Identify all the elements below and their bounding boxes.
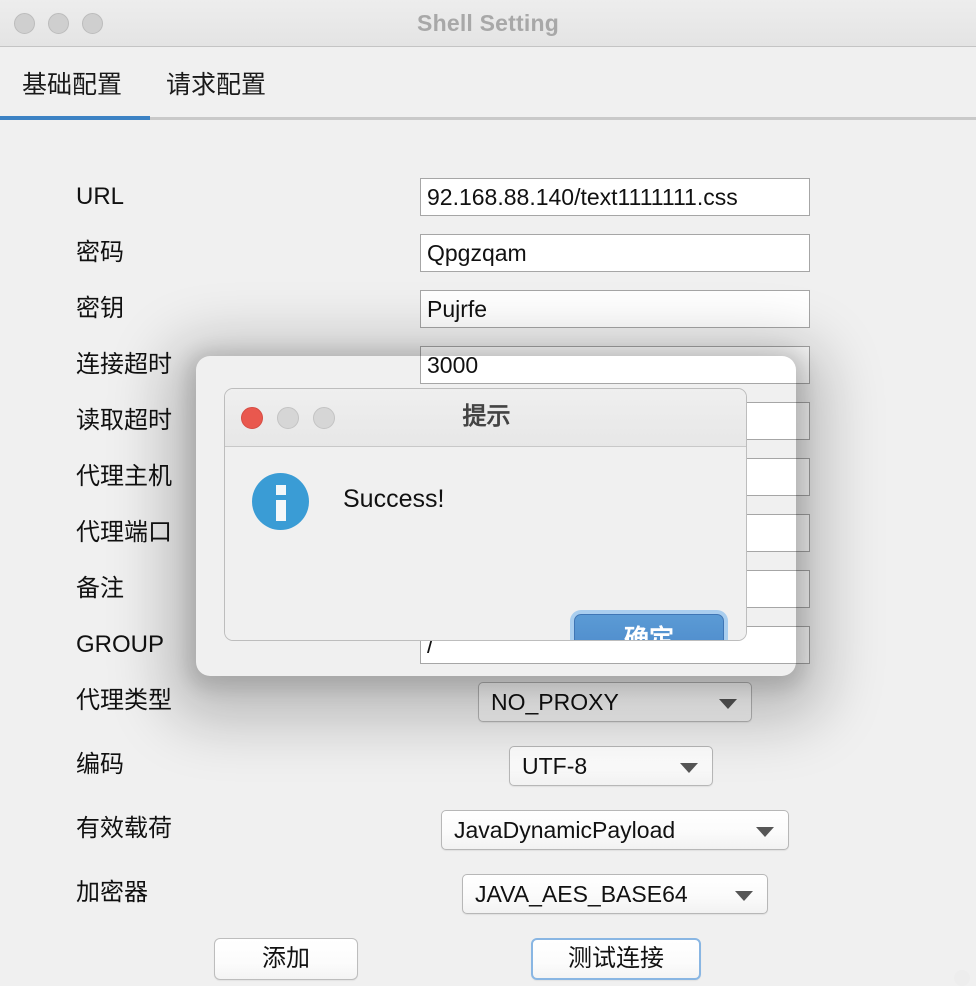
- test-connection-button[interactable]: 测试连接: [531, 938, 701, 980]
- label-proxy-port: 代理端口: [76, 519, 172, 546]
- label-read-timeout: 读取超时: [76, 407, 172, 434]
- select-encryptor[interactable]: JAVA_AES_BASE64: [462, 874, 768, 914]
- form-row-password: 密码 Qpgzqam: [0, 234, 976, 272]
- dialog-ok-button[interactable]: 确定: [574, 614, 724, 640]
- label-payload: 有效载荷: [76, 815, 172, 842]
- label-encoding: 编码: [76, 751, 124, 778]
- input-url[interactable]: 92.168.88.140/text1111111.css: [420, 178, 810, 216]
- form-row-encoding: 编码 UTF-8: [0, 746, 976, 786]
- form-row-connect-timeout: 连接超时 3000: [0, 346, 976, 384]
- input-password[interactable]: Qpgzqam: [420, 234, 810, 272]
- watermark: [954, 970, 970, 986]
- dialog-body: Success! 确定: [225, 447, 746, 640]
- info-icon-stem: [275, 500, 286, 521]
- dialog-title: 提示: [462, 403, 511, 430]
- success-dialog: 提示 Success! 确定: [224, 388, 747, 641]
- form-row-url: URL 92.168.88.140/text1111111.css: [0, 178, 976, 216]
- label-secret-key: 密钥: [76, 295, 124, 322]
- select-payload[interactable]: JavaDynamicPayload: [441, 810, 789, 850]
- dialog-message: Success!: [343, 485, 445, 513]
- tab-list: 基础配置 请求配置: [0, 47, 288, 121]
- label-url: URL: [76, 183, 125, 210]
- chevron-down-icon: [680, 763, 698, 773]
- chevron-down-icon: [756, 827, 774, 837]
- form-row-encryptor: 加密器 JAVA_AES_BASE64: [0, 874, 976, 914]
- input-secret-key[interactable]: Pujrfe: [420, 290, 810, 328]
- label-remark: 备注: [76, 575, 124, 602]
- chevron-down-icon: [719, 699, 737, 709]
- label-encryptor: 加密器: [76, 879, 148, 906]
- window-title: Shell Setting: [417, 10, 559, 36]
- tab-basic-config[interactable]: 基础配置: [0, 47, 144, 121]
- label-proxy-host: 代理主机: [76, 463, 172, 490]
- label-password: 密码: [76, 239, 124, 266]
- form-row-payload: 有效载荷 JavaDynamicPayload: [0, 810, 976, 850]
- chevron-down-icon: [735, 891, 753, 901]
- label-connect-timeout: 连接超时: [76, 351, 172, 378]
- tab-request-config[interactable]: 请求配置: [144, 47, 288, 121]
- tabbar: 基础配置 请求配置: [0, 47, 976, 120]
- info-icon-dot: [275, 485, 286, 495]
- label-group: GROUP: [76, 631, 165, 658]
- input-connect-timeout[interactable]: 3000: [420, 346, 810, 384]
- dialog-titlebar: 提示: [225, 389, 746, 447]
- window-titlebar: Shell Setting: [0, 0, 976, 47]
- form-row-proxy-type: 代理类型 NO_PROXY: [0, 682, 976, 722]
- select-proxy-type[interactable]: NO_PROXY: [478, 682, 752, 722]
- select-payload-value: JavaDynamicPayload: [454, 817, 676, 843]
- form-row-secret-key: 密钥 Pujrfe: [0, 290, 976, 328]
- select-encoding-value: UTF-8: [522, 753, 588, 779]
- add-button[interactable]: 添加: [214, 938, 358, 980]
- info-icon: [252, 473, 309, 530]
- select-encryptor-value: JAVA_AES_BASE64: [475, 881, 688, 907]
- shell-setting-window: Shell Setting 基础配置 请求配置 URL 92.168.88.14…: [0, 0, 976, 986]
- select-encoding[interactable]: UTF-8: [509, 746, 713, 786]
- watermark-dot-icon: [954, 970, 970, 986]
- select-proxy-type-value: NO_PROXY: [491, 689, 619, 715]
- label-proxy-type: 代理类型: [76, 687, 172, 714]
